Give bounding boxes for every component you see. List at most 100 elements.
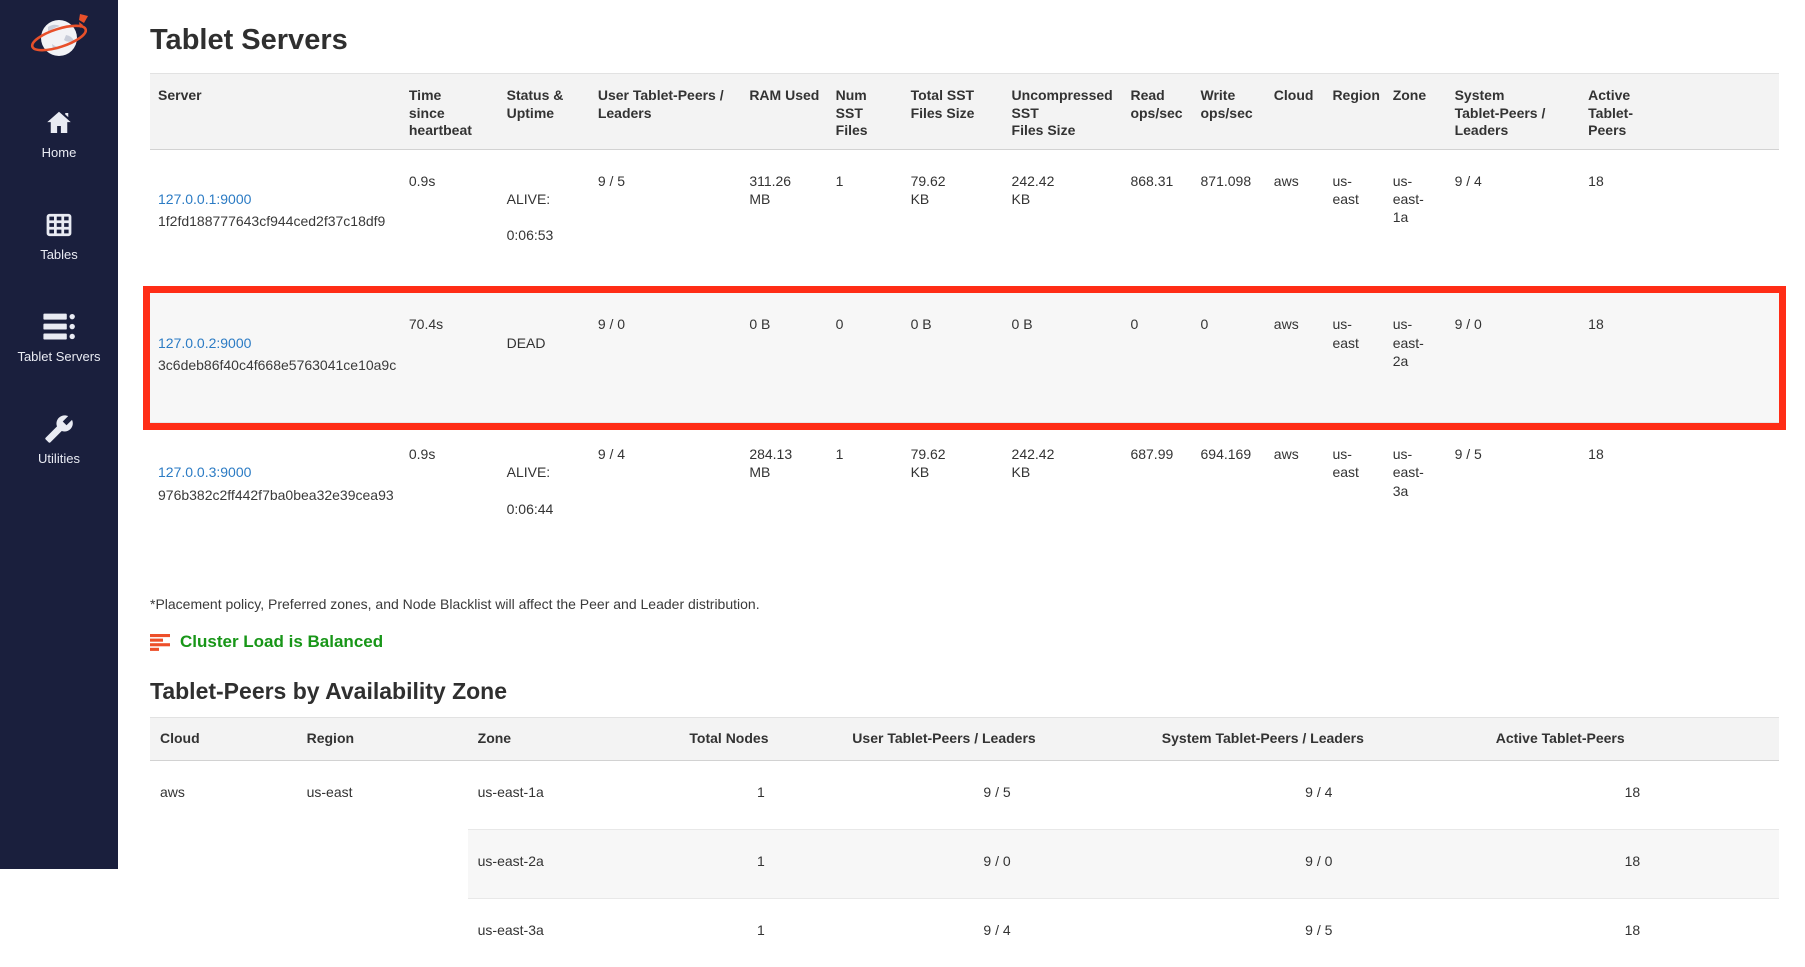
col-header-system-peers: System Tablet-Peers / Leaders — [1447, 74, 1581, 150]
col-header-server: Server — [150, 74, 401, 150]
cell-uncompressed-sst: 0 B — [1004, 293, 1123, 423]
cell-zone: us- east- 1a — [1385, 149, 1447, 293]
col-header-region: Region — [1324, 74, 1384, 150]
col-header-system-peers: System Tablet-Peers / Leaders — [1152, 718, 1486, 761]
col-header-total-nodes: Total Nodes — [679, 718, 842, 761]
cell-zone: us- east- 2a — [1385, 293, 1447, 423]
sidebar-item-tables[interactable]: Tables — [0, 210, 118, 262]
cell-active-peers: 18 — [1486, 829, 1779, 898]
cell-read-ops: 687.99 — [1122, 423, 1192, 566]
cell-region: us-east — [297, 760, 468, 967]
server-address-link[interactable]: 127.0.0.3:9000 — [158, 464, 251, 480]
cell-total-nodes: 1 — [679, 760, 842, 829]
server-row-3: 127.0.0.3:9000 976b382c2ff442f7ba0bea32e… — [150, 423, 1779, 566]
cell-heartbeat: 0.9s — [401, 149, 499, 293]
cell-cloud: aws — [150, 760, 297, 967]
sidebar-item-label: Utilities — [38, 451, 80, 466]
cell-system-peers: 9 / 0 — [1447, 293, 1581, 423]
col-header-read-ops: Read ops/sec — [1122, 74, 1192, 150]
status-label: DEAD — [507, 334, 582, 352]
server-uuid: 3c6deb86f40c4f668e5763041ce10a9c — [158, 356, 393, 374]
col-header-active-peers: Active Tablet- Peers — [1580, 74, 1779, 150]
sidebar-item-label: Tablet Servers — [17, 349, 100, 364]
home-icon — [42, 108, 76, 138]
col-header-user-peers: User Tablet-Peers / Leaders — [590, 74, 741, 150]
cell-zone: us- east- 3a — [1385, 423, 1447, 566]
sidebar-item-utilities[interactable]: Utilities — [0, 414, 118, 466]
cell-system-peers: 9 / 5 — [1447, 423, 1581, 566]
sidebar-item-label: Home — [42, 145, 77, 160]
col-header-zone: Zone — [468, 718, 680, 761]
cell-write-ops: 694.169 — [1193, 423, 1266, 566]
balance-icon — [150, 634, 170, 651]
cell-total-sst: 79.62 KB — [903, 423, 1004, 566]
cell-heartbeat: 70.4s — [401, 293, 499, 423]
cell-status: ALIVE: 0:06:44 — [499, 423, 590, 566]
sidebar-item-tablet-servers[interactable]: Tablet Servers — [0, 312, 118, 364]
zones-table-header-row: Cloud Region Zone Total Nodes User Table… — [150, 718, 1779, 761]
cell-read-ops: 868.31 — [1122, 149, 1192, 293]
servers-table: Server Time since heartbeat Status & Upt… — [150, 73, 1779, 566]
cell-user-peers: 9 / 0 — [590, 293, 741, 423]
cell-zone: us-east-3a — [468, 899, 680, 967]
cell-active-peers: 18 — [1486, 760, 1779, 829]
cell-server: 127.0.0.2:9000 3c6deb86f40c4f668e5763041… — [150, 293, 401, 423]
server-address-link[interactable]: 127.0.0.2:9000 — [158, 335, 251, 351]
cluster-balance-status: Cluster Load is Balanced — [150, 632, 1779, 652]
status-label: ALIVE: — [507, 190, 582, 208]
sidebar: Home Tables Tablet Servers Ut — [0, 0, 118, 869]
cell-num-sst: 0 — [828, 293, 903, 423]
cell-active-peers: 18 — [1580, 149, 1779, 293]
cell-system-peers: 9 / 0 — [1152, 829, 1486, 898]
cell-total-nodes: 1 — [679, 829, 842, 898]
yugabyte-logo-icon[interactable] — [22, 10, 96, 64]
cell-ram: 284.13 MB — [741, 423, 827, 566]
cell-server: 127.0.0.1:9000 1f2fd188777643cf944ced2f3… — [150, 149, 401, 293]
cell-active-peers: 18 — [1580, 423, 1779, 566]
servers-table-wrap: Server Time since heartbeat Status & Upt… — [150, 73, 1779, 566]
server-row-dead: 127.0.0.2:9000 3c6deb86f40c4f668e5763041… — [150, 293, 1779, 423]
cell-ram: 0 B — [741, 293, 827, 423]
page-title: Tablet Servers — [150, 24, 1779, 57]
cell-system-peers: 9 / 5 — [1152, 899, 1486, 967]
cell-total-sst: 79.62 KB — [903, 149, 1004, 293]
col-header-status: Status & Uptime — [499, 74, 590, 150]
col-header-num-sst: Num SST Files — [828, 74, 903, 150]
cell-system-peers: 9 / 4 — [1447, 149, 1581, 293]
status-label: ALIVE: — [507, 463, 582, 481]
cell-region: us- east — [1324, 149, 1384, 293]
sidebar-item-home[interactable]: Home — [0, 108, 118, 160]
col-header-user-peers: User Tablet-Peers / Leaders — [842, 718, 1152, 761]
utilities-icon — [42, 414, 76, 444]
cell-uncompressed-sst: 242.42 KB — [1004, 423, 1123, 566]
col-header-cloud: Cloud — [1266, 74, 1325, 150]
sidebar-nav: Home Tables Tablet Servers Ut — [0, 108, 118, 466]
cell-zone: us-east-2a — [468, 829, 680, 898]
cell-active-peers: 18 — [1486, 899, 1779, 967]
uptime-value: 0:06:53 — [507, 226, 582, 244]
cell-region: us- east — [1324, 293, 1384, 423]
server-uuid: 976b382c2ff442f7ba0bea32e39cea93 — [158, 486, 393, 504]
cell-user-peers: 9 / 4 — [842, 899, 1152, 967]
balance-status-text: Cluster Load is Balanced — [180, 632, 383, 652]
server-uuid: 1f2fd188777643cf944ced2f37c18df9 — [158, 212, 393, 230]
cell-region: us- east — [1324, 423, 1384, 566]
cell-uncompressed-sst: 242.42 KB — [1004, 149, 1123, 293]
zone-row-1: aws us-east us-east-1a 1 9 / 5 9 / 4 18 — [150, 760, 1779, 829]
cell-cloud: aws — [1266, 423, 1325, 566]
cell-cloud: aws — [1266, 149, 1325, 293]
zones-table: Cloud Region Zone Total Nodes User Table… — [150, 717, 1779, 967]
server-address-link[interactable]: 127.0.0.1:9000 — [158, 191, 251, 207]
cell-server: 127.0.0.3:9000 976b382c2ff442f7ba0bea32e… — [150, 423, 401, 566]
cell-user-peers: 9 / 5 — [842, 760, 1152, 829]
col-header-ram: RAM Used — [741, 74, 827, 150]
col-header-heartbeat: Time since heartbeat — [401, 74, 499, 150]
col-header-uncompressed-sst: Uncompressed SST Files Size — [1004, 74, 1123, 150]
cell-read-ops: 0 — [1122, 293, 1192, 423]
uptime-value: 0:06:44 — [507, 500, 582, 518]
cell-total-nodes: 1 — [679, 899, 842, 967]
col-header-zone: Zone — [1385, 74, 1447, 150]
col-header-region: Region — [297, 718, 468, 761]
servers-table-header-row: Server Time since heartbeat Status & Upt… — [150, 74, 1779, 150]
cell-zone: us-east-1a — [468, 760, 680, 829]
